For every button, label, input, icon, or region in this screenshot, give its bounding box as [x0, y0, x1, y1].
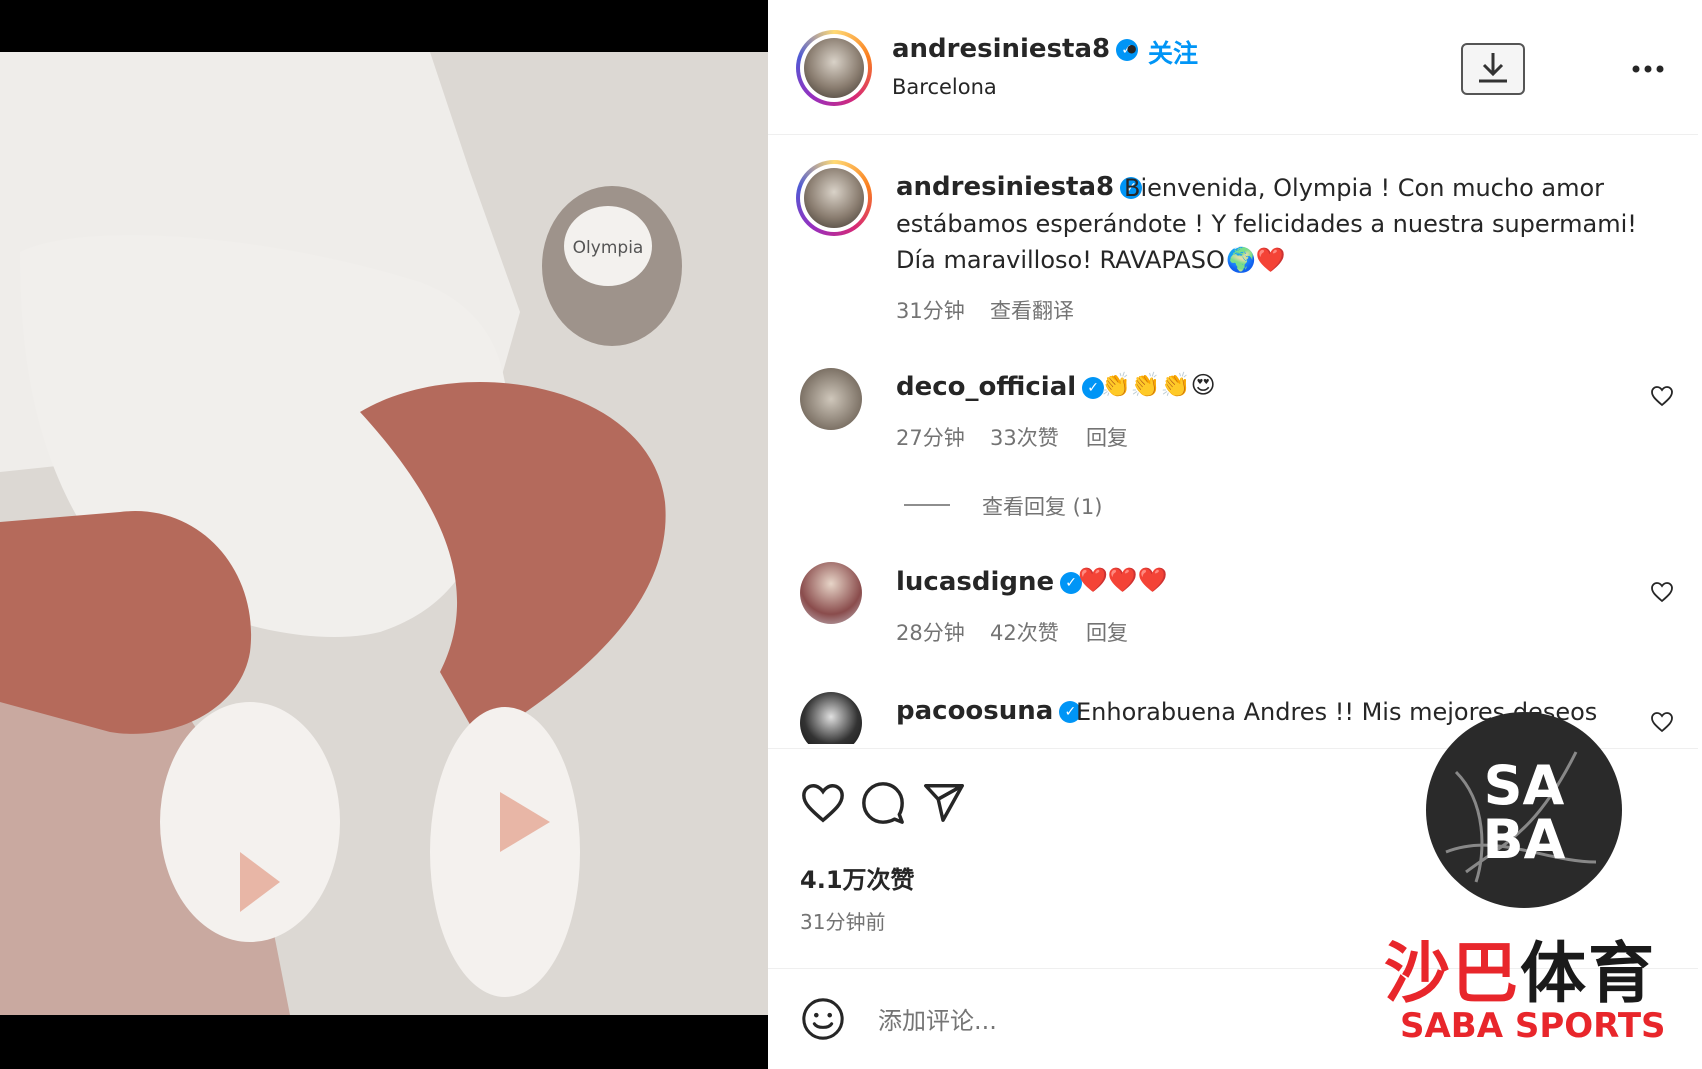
comment-likes[interactable]: 42次赞 — [990, 617, 1059, 647]
share-icon[interactable] — [920, 780, 966, 826]
author-avatar[interactable] — [796, 30, 872, 106]
comment-username-text[interactable]: deco_official — [896, 372, 1076, 402]
comment-time: 28分钟 — [896, 621, 965, 645]
post-media: Olympia — [0, 0, 768, 1069]
comment-username[interactable]: lucasdigne ✓ — [896, 567, 1083, 597]
comment-like-heart-icon[interactable] — [1650, 580, 1674, 604]
comment-avatar[interactable] — [800, 368, 862, 430]
follow-button[interactable]: 关注 — [1148, 34, 1198, 70]
comment-text: ❤️❤️❤️ — [1078, 566, 1168, 594]
caption-username[interactable]: andresiniesta8 ✓ — [896, 172, 1143, 202]
comment-input[interactable] — [876, 1000, 1380, 1042]
view-replies-line — [904, 504, 950, 506]
comment-text: 👏👏👏😍 — [1101, 371, 1216, 399]
post-timestamp[interactable]: 31分钟前 — [800, 906, 885, 935]
post-panel: andresiniesta8 ✓ • 关注 Barcelona andresini… — [768, 0, 1702, 1069]
emoji-icon[interactable] — [800, 996, 846, 1042]
comment-time: 27分钟 — [896, 426, 965, 450]
location-link[interactable]: Barcelona — [892, 75, 997, 99]
caption-emoji: 🌍❤️ — [1226, 246, 1286, 274]
author-username[interactable]: andresiniesta8 ✓ — [892, 34, 1139, 64]
comment-icon[interactable] — [860, 780, 906, 826]
caption-line-1: Bienvenida, Olympia ! Con mucho amor — [1124, 174, 1605, 202]
saba-chinese-brand: 沙巴体育 — [1364, 920, 1676, 1016]
caption-line-3: Día maravilloso! RAVAPASO — [896, 246, 1225, 274]
comment-like-heart-icon[interactable] — [1650, 384, 1674, 408]
view-replies-button[interactable]: 查看回复 (1) — [982, 491, 1102, 521]
brand-cn-black: 体育 — [1520, 935, 1656, 1012]
caption-line-2: estábamos esperándote ! Y felicidades a … — [896, 210, 1637, 238]
comment-like-heart-icon[interactable] — [1650, 710, 1674, 734]
logo-text-bottom: BA — [1482, 808, 1566, 871]
baby-photo-illustration: Olympia — [0, 52, 768, 1015]
download-button[interactable] — [1461, 43, 1525, 95]
like-heart-icon[interactable] — [800, 780, 846, 826]
likes-count[interactable]: 4.1万次赞 — [800, 860, 915, 895]
more-options-icon[interactable] — [1630, 60, 1666, 73]
author-username-text[interactable]: andresiniesta8 — [892, 34, 1110, 64]
download-icon — [1479, 53, 1507, 83]
comment-username[interactable]: deco_official ✓ — [896, 372, 1105, 402]
saba-english-brand: SABA SPORTS — [1400, 1006, 1666, 1046]
comment-avatar[interactable] — [800, 692, 862, 744]
pacifier-text: Olympia — [573, 238, 644, 258]
comment-username-text[interactable]: lucasdigne — [896, 567, 1054, 597]
logo-text-top: SA — [1483, 754, 1565, 817]
comment-likes[interactable]: 33次赞 — [990, 422, 1059, 452]
caption-time: 31分钟 — [896, 299, 965, 323]
brand-cn-red: 沙巴 — [1384, 935, 1520, 1012]
comment-username[interactable]: pacoosuna ✓ — [896, 696, 1082, 726]
caption-avatar[interactable] — [796, 160, 872, 236]
comment-reply-button[interactable]: 回复 — [1086, 617, 1128, 647]
post-photo[interactable]: Olympia — [0, 52, 768, 1015]
translate-link[interactable]: 查看翻译 — [990, 295, 1074, 325]
comment-avatar[interactable] — [800, 562, 862, 624]
comment-reply-button[interactable]: 回复 — [1086, 422, 1128, 452]
caption-username-text[interactable]: andresiniesta8 — [896, 172, 1114, 202]
saba-logo: SA BA — [1426, 712, 1622, 908]
post-header: andresiniesta8 ✓ • 关注 Barcelona — [768, 0, 1698, 135]
comment-username-text[interactable]: pacoosuna — [896, 696, 1053, 726]
header-separator: • — [1124, 36, 1140, 64]
